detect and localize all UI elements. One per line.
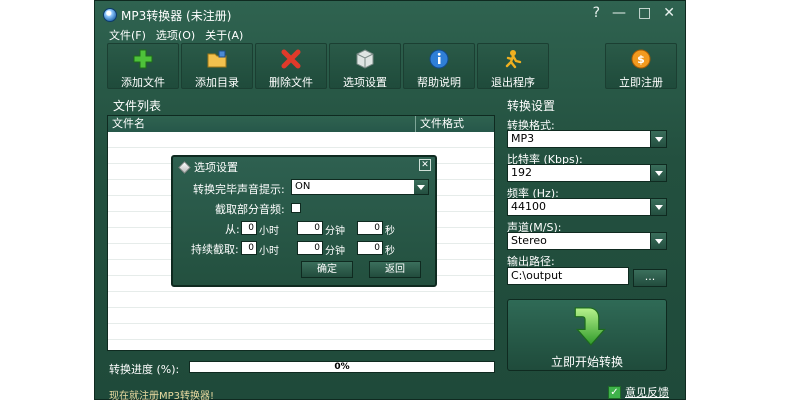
duration-label: 持续截取: [191,243,239,256]
progress-bar: 0% [189,361,495,373]
help-button[interactable]: 帮助说明 [403,43,475,89]
info-icon [428,48,450,70]
column-header-filename[interactable]: 文件名 [108,116,416,132]
options-dialog: 选项设置 ✕ 转换完毕声音提示: ON 截取部分音频: 从: 0 小时 0 分钟… [171,155,437,287]
cube-icon [178,160,191,174]
output-path-input[interactable]: C:\output [507,267,629,285]
add-file-button[interactable]: 添加文件 [107,43,179,89]
duration-minutes-input[interactable]: 0 [297,241,323,255]
bitrate-select[interactable]: 192 [507,164,667,182]
coin-icon: $ [630,48,652,70]
unit-second-label: 秒 [385,246,395,257]
sound-prompt-select[interactable]: ON [291,179,429,195]
delete-icon [280,48,302,70]
title-bar[interactable]: MP3转换器 (未注册) ? — □ ✕ [95,1,685,29]
window-title: MP3转换器 (未注册) [121,8,232,23]
plus-icon [132,48,154,70]
cube-icon [354,48,376,70]
from-label: 从: [225,223,240,236]
chevron-down-icon[interactable] [650,233,666,249]
menu-bar: 文件(F) 选项(O) 关于(A) [109,27,243,43]
menu-file[interactable]: 文件(F) [109,27,146,43]
menu-about[interactable]: 关于(A) [205,27,243,43]
settings-title: 转换设置 [507,99,556,113]
format-select[interactable]: MP3 [507,130,667,148]
file-list-header: 文件名 文件格式 [108,116,494,132]
chevron-down-icon[interactable] [650,131,666,147]
options-button[interactable]: 选项设置 [329,43,401,89]
toolbar: 添加文件 添加目录 删除文件 选项设置 帮助说明 退出程序 $ 立即注册 [107,43,677,89]
feedback-link[interactable]: ✓ 意见反馈 [608,384,669,400]
exit-button[interactable]: 退出程序 [477,43,549,89]
file-list-title: 文件列表 [113,99,162,113]
from-hours-input[interactable]: 0 [241,221,257,235]
maximize-icon[interactable]: □ [638,5,651,21]
help-icon[interactable]: ? [593,5,600,21]
progress-text: 0% [334,362,350,372]
browse-button[interactable]: ... [633,269,667,287]
delete-file-button[interactable]: 删除文件 [255,43,327,89]
chevron-down-icon[interactable] [650,165,666,181]
duration-hours-input[interactable]: 0 [241,241,257,255]
minimize-icon[interactable]: — [612,5,626,21]
register-link[interactable]: 现在就注册MP3转换器! [109,387,214,400]
from-seconds-input[interactable]: 0 [357,221,383,235]
progress-label: 转换进度 (%): [109,363,180,376]
column-header-format[interactable]: 文件格式 [416,116,494,132]
unit-minute-label: 分钟 [325,226,345,237]
unit-second-label: 秒 [385,226,395,237]
dialog-title-bar: 选项设置 [178,159,238,175]
check-icon: ✓ [608,385,621,399]
svg-text:$: $ [637,53,645,66]
sound-prompt-label: 转换完毕声音提示: [193,183,285,196]
dialog-title: 选项设置 [194,161,238,174]
ok-button[interactable]: 确定 [301,261,353,278]
chevron-down-icon[interactable] [414,180,428,194]
folder-icon [206,48,228,70]
chevron-down-icon[interactable] [650,199,666,215]
start-convert-button[interactable]: 立即开始转换 [507,299,667,371]
clip-audio-label: 截取部分音频: [215,203,285,216]
register-button[interactable]: $ 立即注册 [605,43,677,89]
app-logo-icon [103,8,117,22]
unit-hour-label: 小时 [259,226,279,237]
add-folder-button[interactable]: 添加目录 [181,43,253,89]
from-minutes-input[interactable]: 0 [297,221,323,235]
channel-select[interactable]: Stereo [507,232,667,250]
close-icon[interactable]: ✕ [663,5,675,21]
back-button[interactable]: 返回 [369,261,421,278]
unit-hour-label: 小时 [259,246,279,257]
window-controls: ? — □ ✕ [593,5,675,21]
app-window: MP3转换器 (未注册) ? — □ ✕ 文件(F) 选项(O) 关于(A) 添… [94,0,686,400]
frequency-select[interactable]: 44100 [507,198,667,216]
clip-audio-checkbox[interactable] [291,203,301,213]
menu-options[interactable]: 选项(O) [156,27,195,43]
dialog-close-icon[interactable]: ✕ [419,159,431,171]
duration-seconds-input[interactable]: 0 [357,241,383,255]
unit-minute-label: 分钟 [325,246,345,257]
exit-icon [502,48,524,70]
down-arrow-icon [574,307,606,346]
